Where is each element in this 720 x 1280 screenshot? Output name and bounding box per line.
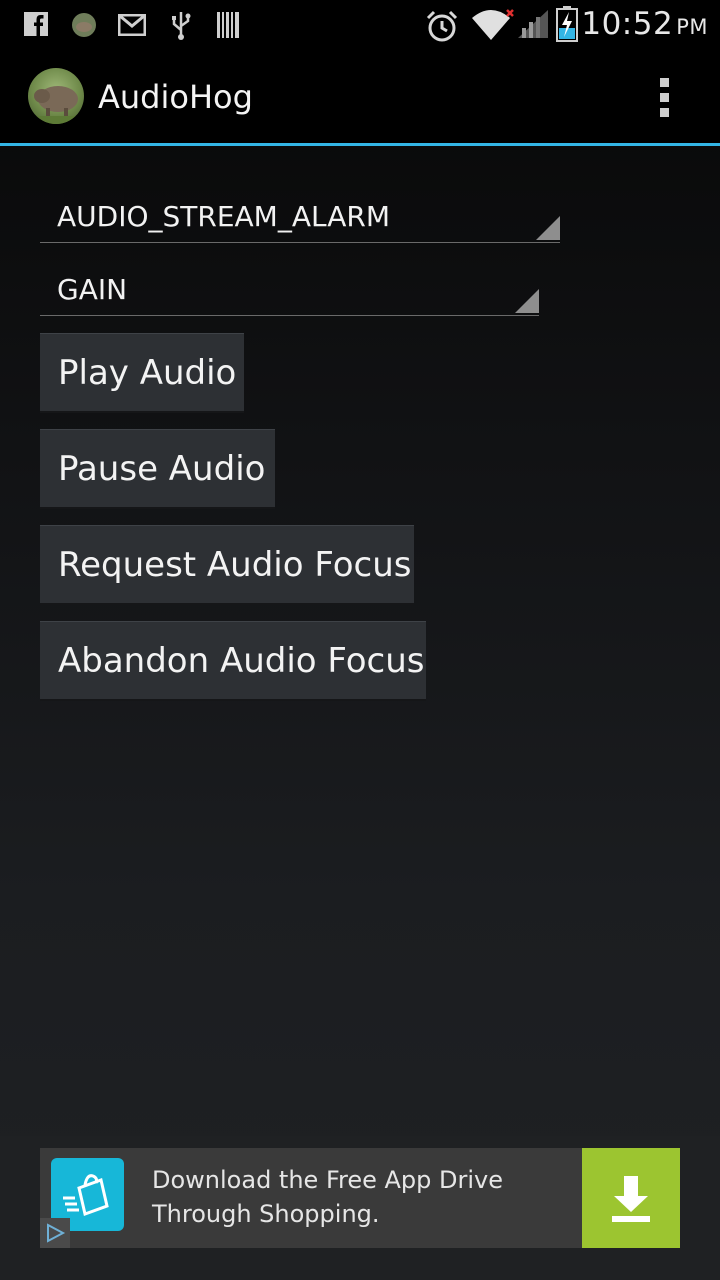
- ad-text[interactable]: Download the Free App Drive Through Shop…: [152, 1163, 572, 1231]
- gmail-icon: [118, 14, 146, 36]
- battery-charging-icon: [556, 6, 578, 42]
- overflow-menu-icon[interactable]: [650, 76, 680, 120]
- facebook-icon: [24, 12, 48, 36]
- status-bar: 10:52 PM: [0, 0, 720, 50]
- adchoices-icon[interactable]: [40, 1218, 70, 1248]
- usb-icon: [172, 12, 191, 40]
- dropdown-arrow-icon: [515, 289, 539, 313]
- stream-spinner[interactable]: AUDIO_STREAM_ALARM: [40, 192, 560, 243]
- alarm-icon: [426, 10, 458, 42]
- time-text: 10:52: [581, 6, 674, 42]
- barcode-icon: [217, 12, 239, 38]
- ad-text-line-2: Through Shopping.: [152, 1200, 380, 1228]
- ad-area: Download the Free App Drive Through Shop…: [0, 1136, 720, 1280]
- dropdown-arrow-icon: [536, 216, 560, 240]
- app-title: AudioHog: [98, 78, 253, 116]
- focus-type-spinner[interactable]: GAIN: [40, 265, 539, 316]
- adchoices-play-icon: [47, 1223, 66, 1243]
- app-icon[interactable]: [28, 68, 84, 124]
- overflow-dot: [660, 108, 669, 117]
- stream-spinner-value: AUDIO_STREAM_ALARM: [57, 200, 391, 233]
- action-bar: AudioHog: [0, 50, 720, 146]
- ampm-text: PM: [676, 15, 708, 39]
- pause-audio-button[interactable]: Pause Audio: [40, 429, 275, 509]
- ad-text-line-1: Download the Free App Drive: [152, 1166, 503, 1194]
- status-time: 10:52 PM: [581, 6, 708, 42]
- request-audio-focus-button[interactable]: Request Audio Focus: [40, 525, 414, 605]
- ad-download-button[interactable]: [582, 1148, 680, 1248]
- overflow-dot: [660, 93, 669, 102]
- signal-icon: [518, 10, 548, 38]
- hog-icon: [28, 86, 84, 124]
- wifi-icon: [472, 9, 514, 40]
- overflow-dot: [660, 78, 669, 87]
- focus-type-spinner-value: GAIN: [57, 273, 128, 306]
- avatar-icon: [72, 13, 96, 37]
- ad-banner[interactable]: Download the Free App Drive Through Shop…: [40, 1148, 680, 1248]
- abandon-audio-focus-button[interactable]: Abandon Audio Focus: [40, 621, 426, 701]
- play-audio-button[interactable]: Play Audio: [40, 333, 244, 413]
- download-icon: [612, 1176, 650, 1222]
